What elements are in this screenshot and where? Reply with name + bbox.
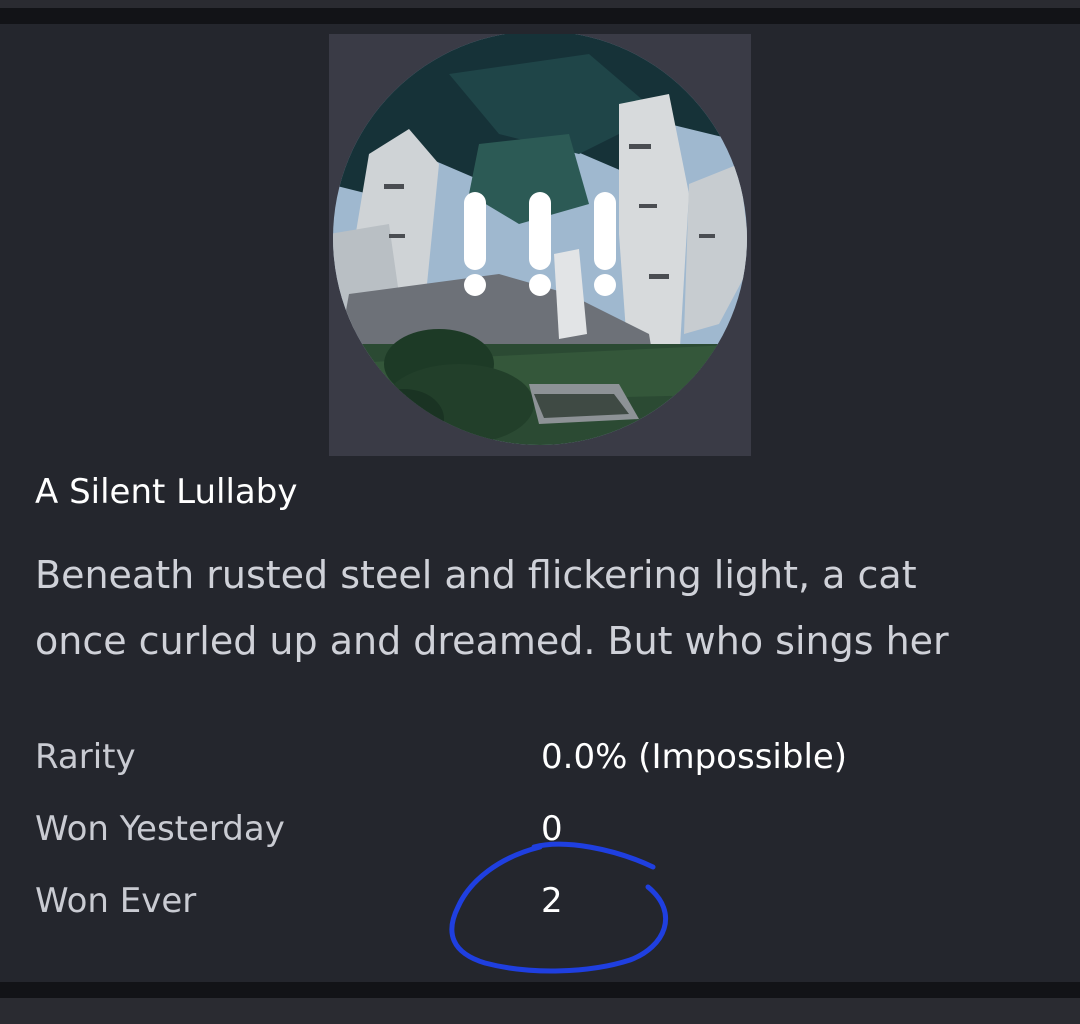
top-divider: [0, 0, 1080, 8]
badge-description: Beneath rusted steel and flickering ligh…: [35, 542, 1045, 674]
stat-label-won-ever: Won Ever: [35, 881, 197, 921]
stat-row-won-yesterday: Won Yesterday 0: [35, 809, 1035, 859]
badge-title: A Silent Lullaby: [35, 472, 298, 512]
stat-label-won-yesterday: Won Yesterday: [35, 809, 285, 849]
badge-thumbnail-image: [329, 34, 751, 456]
stat-label-rarity: Rarity: [35, 737, 136, 777]
stat-row-rarity: Rarity 0.0% (Impossible): [35, 737, 1035, 787]
badge-thumbnail[interactable]: [329, 34, 751, 456]
bottom-gap: [0, 982, 1080, 998]
bottom-divider: [0, 998, 1080, 1024]
stat-value-won-yesterday: 0: [541, 809, 563, 849]
description-line-1: Beneath rusted steel and flickering ligh…: [35, 553, 917, 597]
top-gap: [0, 8, 1080, 24]
stat-value-rarity: 0.0% (Impossible): [541, 737, 848, 777]
stat-row-won-ever: Won Ever 2: [35, 881, 1035, 931]
description-line-2: once curled up and dreamed. But who sing…: [35, 619, 949, 663]
stat-value-won-ever: 2: [541, 881, 563, 921]
